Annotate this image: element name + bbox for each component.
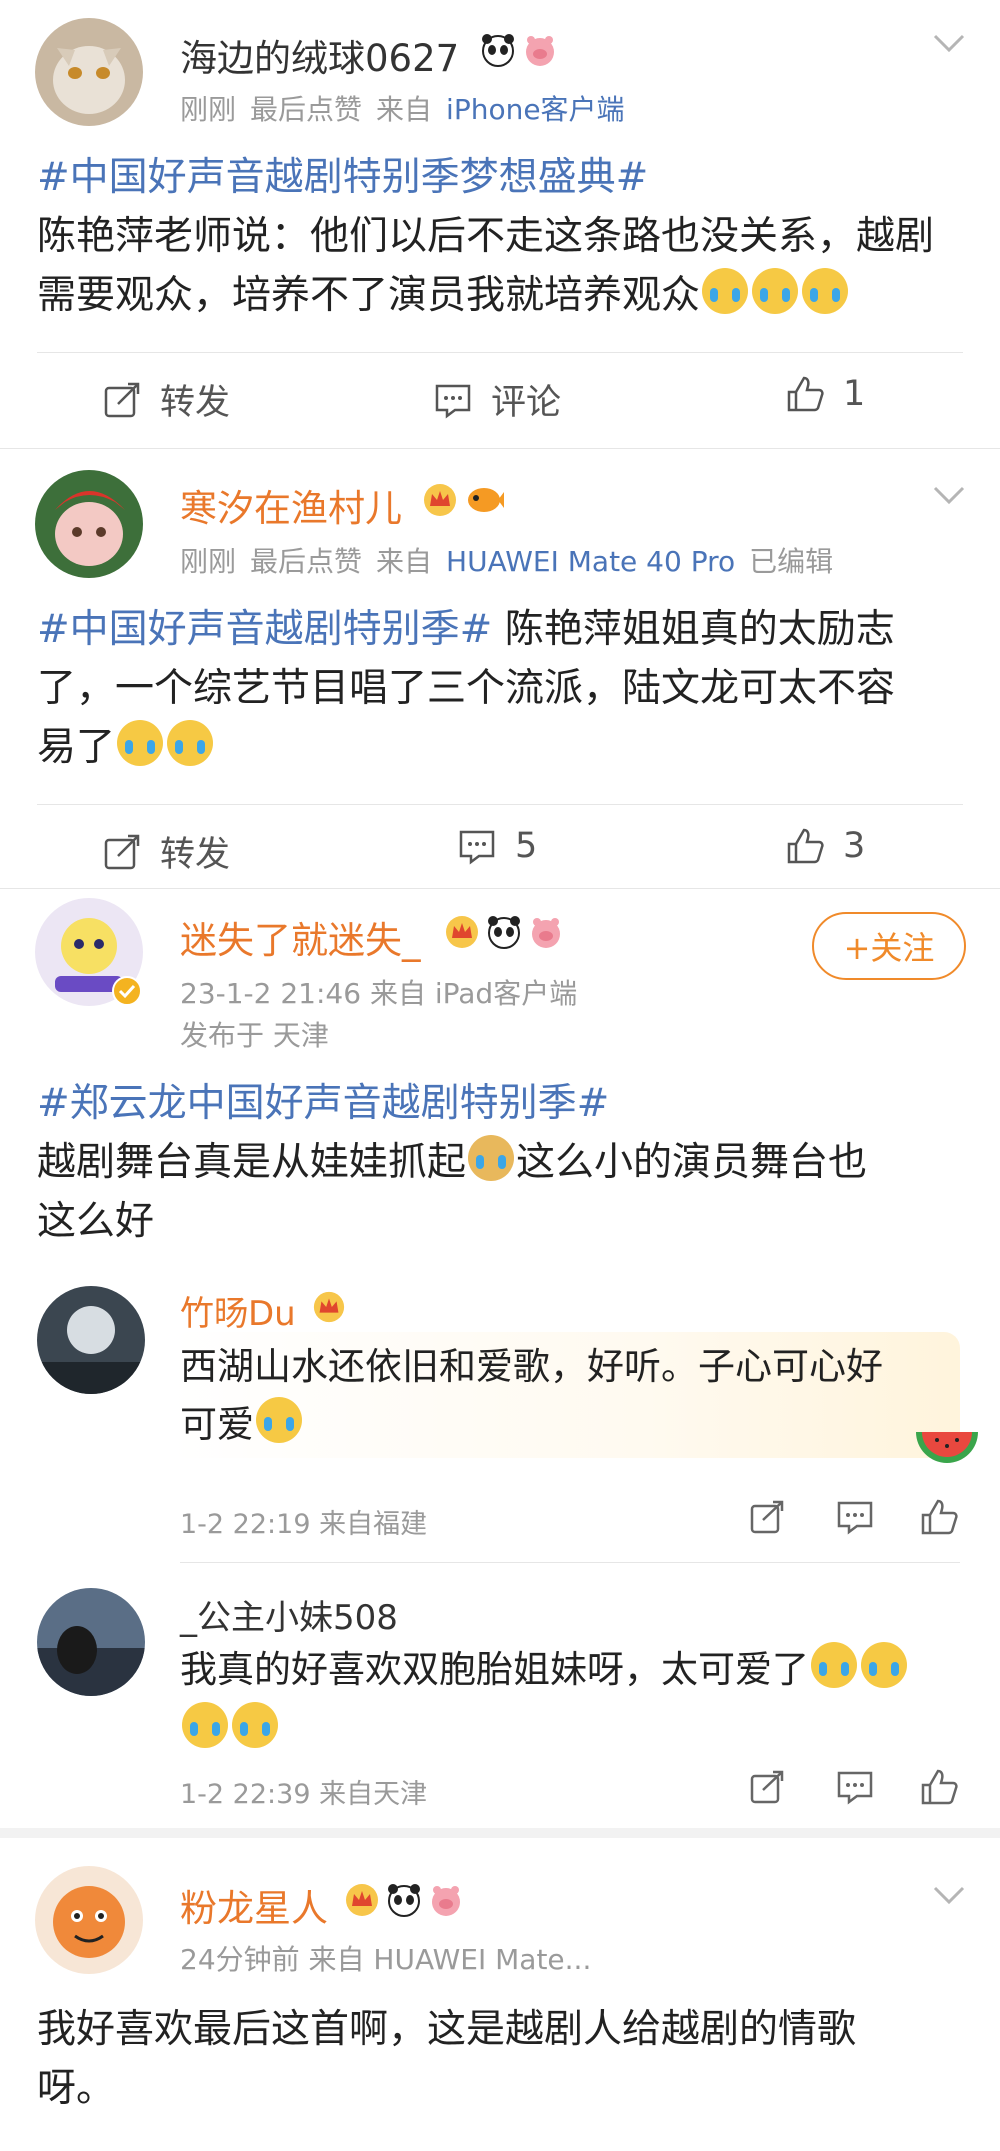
post-location: 发布于 天津	[180, 1019, 329, 1052]
reply-meta: 1-2 22:39 来自天津	[180, 1779, 428, 1810]
thumbs-up-icon	[787, 376, 824, 412]
divider	[0, 888, 1000, 889]
comment-body: #郑云龙中国好声音越剧特别季# 越剧舞台真是从娃娃抓起 这么小的演员舞台也 这么好	[37, 1081, 868, 1244]
crying-emoji-icon	[861, 1642, 907, 1688]
comment-body: #中国好声音越剧特别季梦想盛典# 陈艳萍老师说：他们以后不走这条路也没关系，越剧…	[37, 155, 935, 318]
repost-button[interactable]: 转发	[102, 826, 230, 877]
follow-button[interactable]: +关注	[812, 912, 966, 980]
avatar[interactable]	[37, 1286, 145, 1394]
divider	[180, 1562, 960, 1563]
comment-meta: 24分钟前 来自 HUAWEI Mate...	[180, 1943, 592, 1976]
crying-emoji-icon	[167, 720, 214, 766]
username[interactable]: 粉龙星人	[180, 1878, 328, 1932]
doge-emoji-icon	[468, 1135, 515, 1181]
divider	[37, 352, 963, 353]
crying-emoji-icon	[752, 268, 799, 314]
username[interactable]: 迷失了就迷失_	[180, 910, 421, 964]
laughing-emoji-icon	[256, 1397, 302, 1443]
comment-icon[interactable]	[836, 1768, 874, 1806]
crown-badge-icon	[422, 482, 458, 518]
pig-badge-icon	[428, 1882, 464, 1918]
comment-meta: 23-1-2 21:46 来自 iPad客户端	[180, 977, 578, 1010]
crying-emoji-icon	[802, 268, 849, 314]
like-button[interactable]: 1	[785, 374, 865, 414]
reply-body: 我真的好喜欢双胞胎姐妹呀，太可爱了	[180, 1640, 970, 1760]
avatar[interactable]	[35, 1866, 143, 1974]
comment-body: 我好喜欢最后这首啊，这是越剧人给越剧的情歌 呀。	[37, 2007, 857, 2111]
comment-icon	[435, 384, 471, 418]
crying-emoji-icon	[182, 1702, 228, 1748]
crown-badge-icon	[312, 1290, 346, 1324]
avatar[interactable]	[37, 1588, 145, 1696]
watermelon-icon	[912, 1418, 982, 1472]
reply-body: 西湖山水还依旧和爱歌，好听。子心可心好 可爱	[180, 1345, 883, 1446]
comment-icon	[459, 830, 495, 865]
avatar[interactable]	[35, 18, 143, 126]
comment-meta: 刚刚 最后点赞 来自 HUAWEI Mate 40 Pro 已编辑	[180, 545, 834, 578]
hashtag-link[interactable]: #郑云龙中国好声音越剧特别季#	[37, 1081, 609, 1126]
crown-badge-icon	[344, 1882, 380, 1918]
crown-badge-icon	[444, 914, 480, 950]
username[interactable]: _公主小妹508	[180, 1590, 398, 1639]
repost-button[interactable]: 转发	[102, 374, 230, 425]
hashtag-link[interactable]: #中国好声音越剧特别季梦想盛典#	[37, 155, 648, 200]
section-separator	[0, 1828, 1000, 1838]
username[interactable]: 海边的绒球0627	[180, 28, 459, 82]
crying-emoji-icon	[702, 268, 749, 314]
comment-button[interactable]: 评论	[433, 374, 561, 425]
crying-emoji-icon	[811, 1642, 857, 1688]
repost-icon	[104, 834, 140, 869]
comment-icon[interactable]	[836, 1498, 874, 1536]
username[interactable]: 寒汐在渔村儿	[180, 478, 402, 532]
comment-meta: 刚刚 最后点赞 来自 iPhone客户端	[180, 93, 625, 126]
like-button[interactable]: 3	[785, 826, 865, 866]
panda-badge-icon	[480, 32, 516, 68]
username[interactable]: 竹旸Du	[180, 1286, 296, 1335]
share-icon[interactable]	[748, 1768, 786, 1806]
divider	[0, 448, 1000, 449]
hashtag-link[interactable]: #中国好声音越剧特别季#	[37, 607, 492, 652]
comment-button[interactable]: 5	[457, 826, 537, 866]
panda-badge-icon	[386, 1882, 422, 1918]
crying-emoji-icon	[232, 1702, 278, 1748]
repost-icon	[104, 382, 140, 417]
pig-badge-icon	[522, 32, 558, 68]
share-icon[interactable]	[748, 1498, 786, 1536]
verified-badge-icon	[112, 976, 142, 1006]
reply-meta: 1-2 22:19 来自福建	[180, 1509, 428, 1540]
thumbs-up-icon[interactable]	[920, 1768, 958, 1806]
thumbs-up-icon[interactable]	[920, 1498, 958, 1536]
fish-badge-icon	[464, 482, 504, 518]
chevron-down-icon[interactable]	[932, 484, 966, 506]
crying-emoji-icon	[117, 720, 164, 766]
pig-badge-icon	[528, 914, 564, 950]
avatar[interactable]	[35, 470, 143, 578]
chevron-down-icon[interactable]	[932, 32, 966, 54]
chevron-down-icon[interactable]	[932, 1884, 966, 1906]
divider	[37, 804, 963, 805]
panda-badge-icon	[486, 914, 522, 950]
thumbs-up-icon	[787, 828, 824, 864]
comment-body: #中国好声音越剧特别季# 陈艳萍姐姐真的太励志 了，一个综艺节目唱了三个流派，陆…	[37, 607, 896, 770]
